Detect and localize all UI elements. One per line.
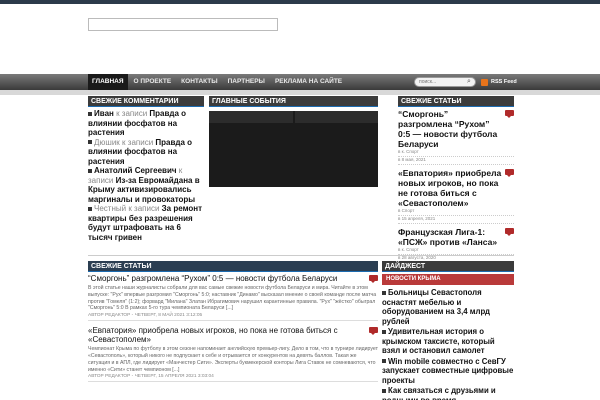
news-category: в Спорт [398,208,514,216]
logo-placeholder[interactable] [88,18,278,31]
article-excerpt: Чемпионат Крыма по футболу в этом сезоне… [88,346,378,373]
article-item: “Сморгонь” разгромлена “Рухом” 0:5 — нов… [88,274,378,322]
bullet-icon [88,206,92,211]
main-news-heading: СВЕЖИЕ СТАТЬИ [88,261,378,272]
comment-item: Честный к записи За ремонт квартиры без … [88,204,204,242]
main-nav: ГЛАВНАЯ О ПРОЕКТЕ КОНТАКТЫ ПАРТНЕРЫ РЕКЛ… [0,74,600,90]
nav-items: ГЛАВНАЯ О ПРОЕКТЕ КОНТАКТЫ ПАРТНЕРЫ РЕКЛ… [88,74,348,90]
comment-author[interactable]: Честный [94,204,126,213]
news-title[interactable]: «Евпатория» приобрела новых игроков, но … [398,168,514,208]
news-date: в 15 апреля, 2021 [398,216,514,224]
article-meta: АВТОР РЕДАКТОР - ЧЕТВЕРГ, 8 МАЙ 2021 3:1… [88,312,378,322]
comment-to: к записи [116,109,148,118]
bullet-icon [88,168,92,173]
news-date: в 8 мая, 2021 [398,157,514,165]
bullet-icon [382,359,386,364]
bullet-icon [382,329,386,334]
section-divider [88,255,514,256]
rss-link[interactable]: RSS Feed [481,77,517,87]
news-category: в к. Спорт [398,247,514,255]
nav-item-home[interactable]: ГЛАВНАЯ [88,74,128,90]
nav-separator [0,90,600,95]
digest-item[interactable]: Как связаться с друзьями и родными во вр… [382,386,514,400]
news-category: в к. Спорт [398,149,514,157]
site-header [0,4,600,74]
comment-author[interactable]: Дюшик [94,138,120,147]
comment-item: Иван к записи Правда о влиянии фосфатов … [88,109,204,138]
digest-item[interactable]: Больницы Севастополя оснастят мебелью и … [382,288,514,326]
article-title[interactable]: «Евпатория» приобрела новых игроков, но … [88,326,378,344]
article-excerpt: В этой статье наши журналисты собрали дл… [88,285,377,312]
comments-heading: СВЕЖИЕ КОММЕНТАРИИ [88,96,204,107]
right-news-list: “Сморгонь” разгромлена “Рухом” 0:5 — нов… [398,109,514,266]
digest-subheading[interactable]: НОВОСТИ КРЫМА [382,274,514,285]
bullet-icon [382,388,386,393]
comment-count-icon[interactable] [369,327,378,336]
digest-item-label: Как связаться с друзьями и родными во вр… [382,386,496,400]
nav-item-contacts[interactable]: КОНТАКТЫ [177,74,221,90]
bullet-icon [88,140,92,145]
nav-item-ads[interactable]: РЕКЛАМА НА САЙТЕ [271,74,346,90]
news-title[interactable]: “Сморгонь” разгромлена “Рухом” 0:5 — нов… [398,109,514,149]
digest-item-label: Удивительная история о крымском таксисте… [382,327,495,355]
comment-to: к записи [122,137,154,147]
news-item: “Сморгонь” разгромлена “Рухом” 0:5 — нов… [398,109,514,165]
right-news-heading: СВЕЖИЕ СТАТЬИ [398,96,514,107]
comments-list: Иван к записи Правда о влиянии фосфатов … [88,109,204,242]
comment-item: Дюшик к записи Правда о влиянии фосфатов… [88,138,204,167]
digest-item-label: Win mobile совместно с СевГУ запускает с… [382,356,514,385]
news-item: Французская Лига-1: «ПСЖ» против «Ланса»… [398,227,514,263]
digest-item[interactable]: Win mobile совместно с СевГУ запускает с… [382,357,514,386]
events-heading: ГЛАВНЫЕ СОБЫТИЯ [209,96,378,107]
search-icon[interactable]: ⌕ [467,78,475,86]
bullet-icon [382,290,386,295]
article-meta: АВТОР РЕДАКТОР - ЧЕТВЕРГ, 15 АПРЕЛЯ 2021… [88,373,378,383]
article-title[interactable]: “Сморгонь” разгромлена “Рухом” 0:5 — нов… [88,274,378,283]
comment-item: Анатолий Сергеевич к записи Из-за Еврома… [88,166,204,204]
bullet-icon [88,111,92,116]
events-tab[interactable] [295,111,378,123]
comment-to: к записи [128,204,160,213]
digest-item[interactable]: Удивительная история о крымском таксисте… [382,327,514,356]
rss-label: RSS Feed [491,79,517,85]
digest-item-label: Больницы Севастополя оснастят мебелью и … [382,288,491,326]
comment-count-icon[interactable] [505,169,514,177]
article-item: «Евпатория» приобрела новых игроков, но … [88,326,378,383]
comment-count-icon[interactable] [369,275,378,283]
comment-author[interactable]: Анатолий Сергеевич [94,166,177,175]
events-slider[interactable] [209,111,378,187]
news-item: «Евпатория» приобрела новых игроков, но … [398,168,514,224]
digest-list: НОВОСТИ КРЫМА Больницы Севастополя оснас… [382,274,514,400]
digest-heading: ДАЙДЖЕСТ [382,261,514,272]
nav-item-about[interactable]: О ПРОЕКТЕ [130,74,176,90]
comment-count-icon[interactable] [505,110,514,118]
main-news-list: “Сморгонь” разгромлена “Рухом” 0:5 — нов… [88,274,378,387]
comment-author[interactable]: Иван [94,109,114,118]
events-tab[interactable] [209,111,293,123]
nav-item-partners[interactable]: ПАРТНЕРЫ [224,74,269,90]
comment-count-icon[interactable] [505,228,514,236]
news-title[interactable]: Французская Лига-1: «ПСЖ» против «Ланса» [398,227,514,247]
rss-icon [481,78,488,86]
